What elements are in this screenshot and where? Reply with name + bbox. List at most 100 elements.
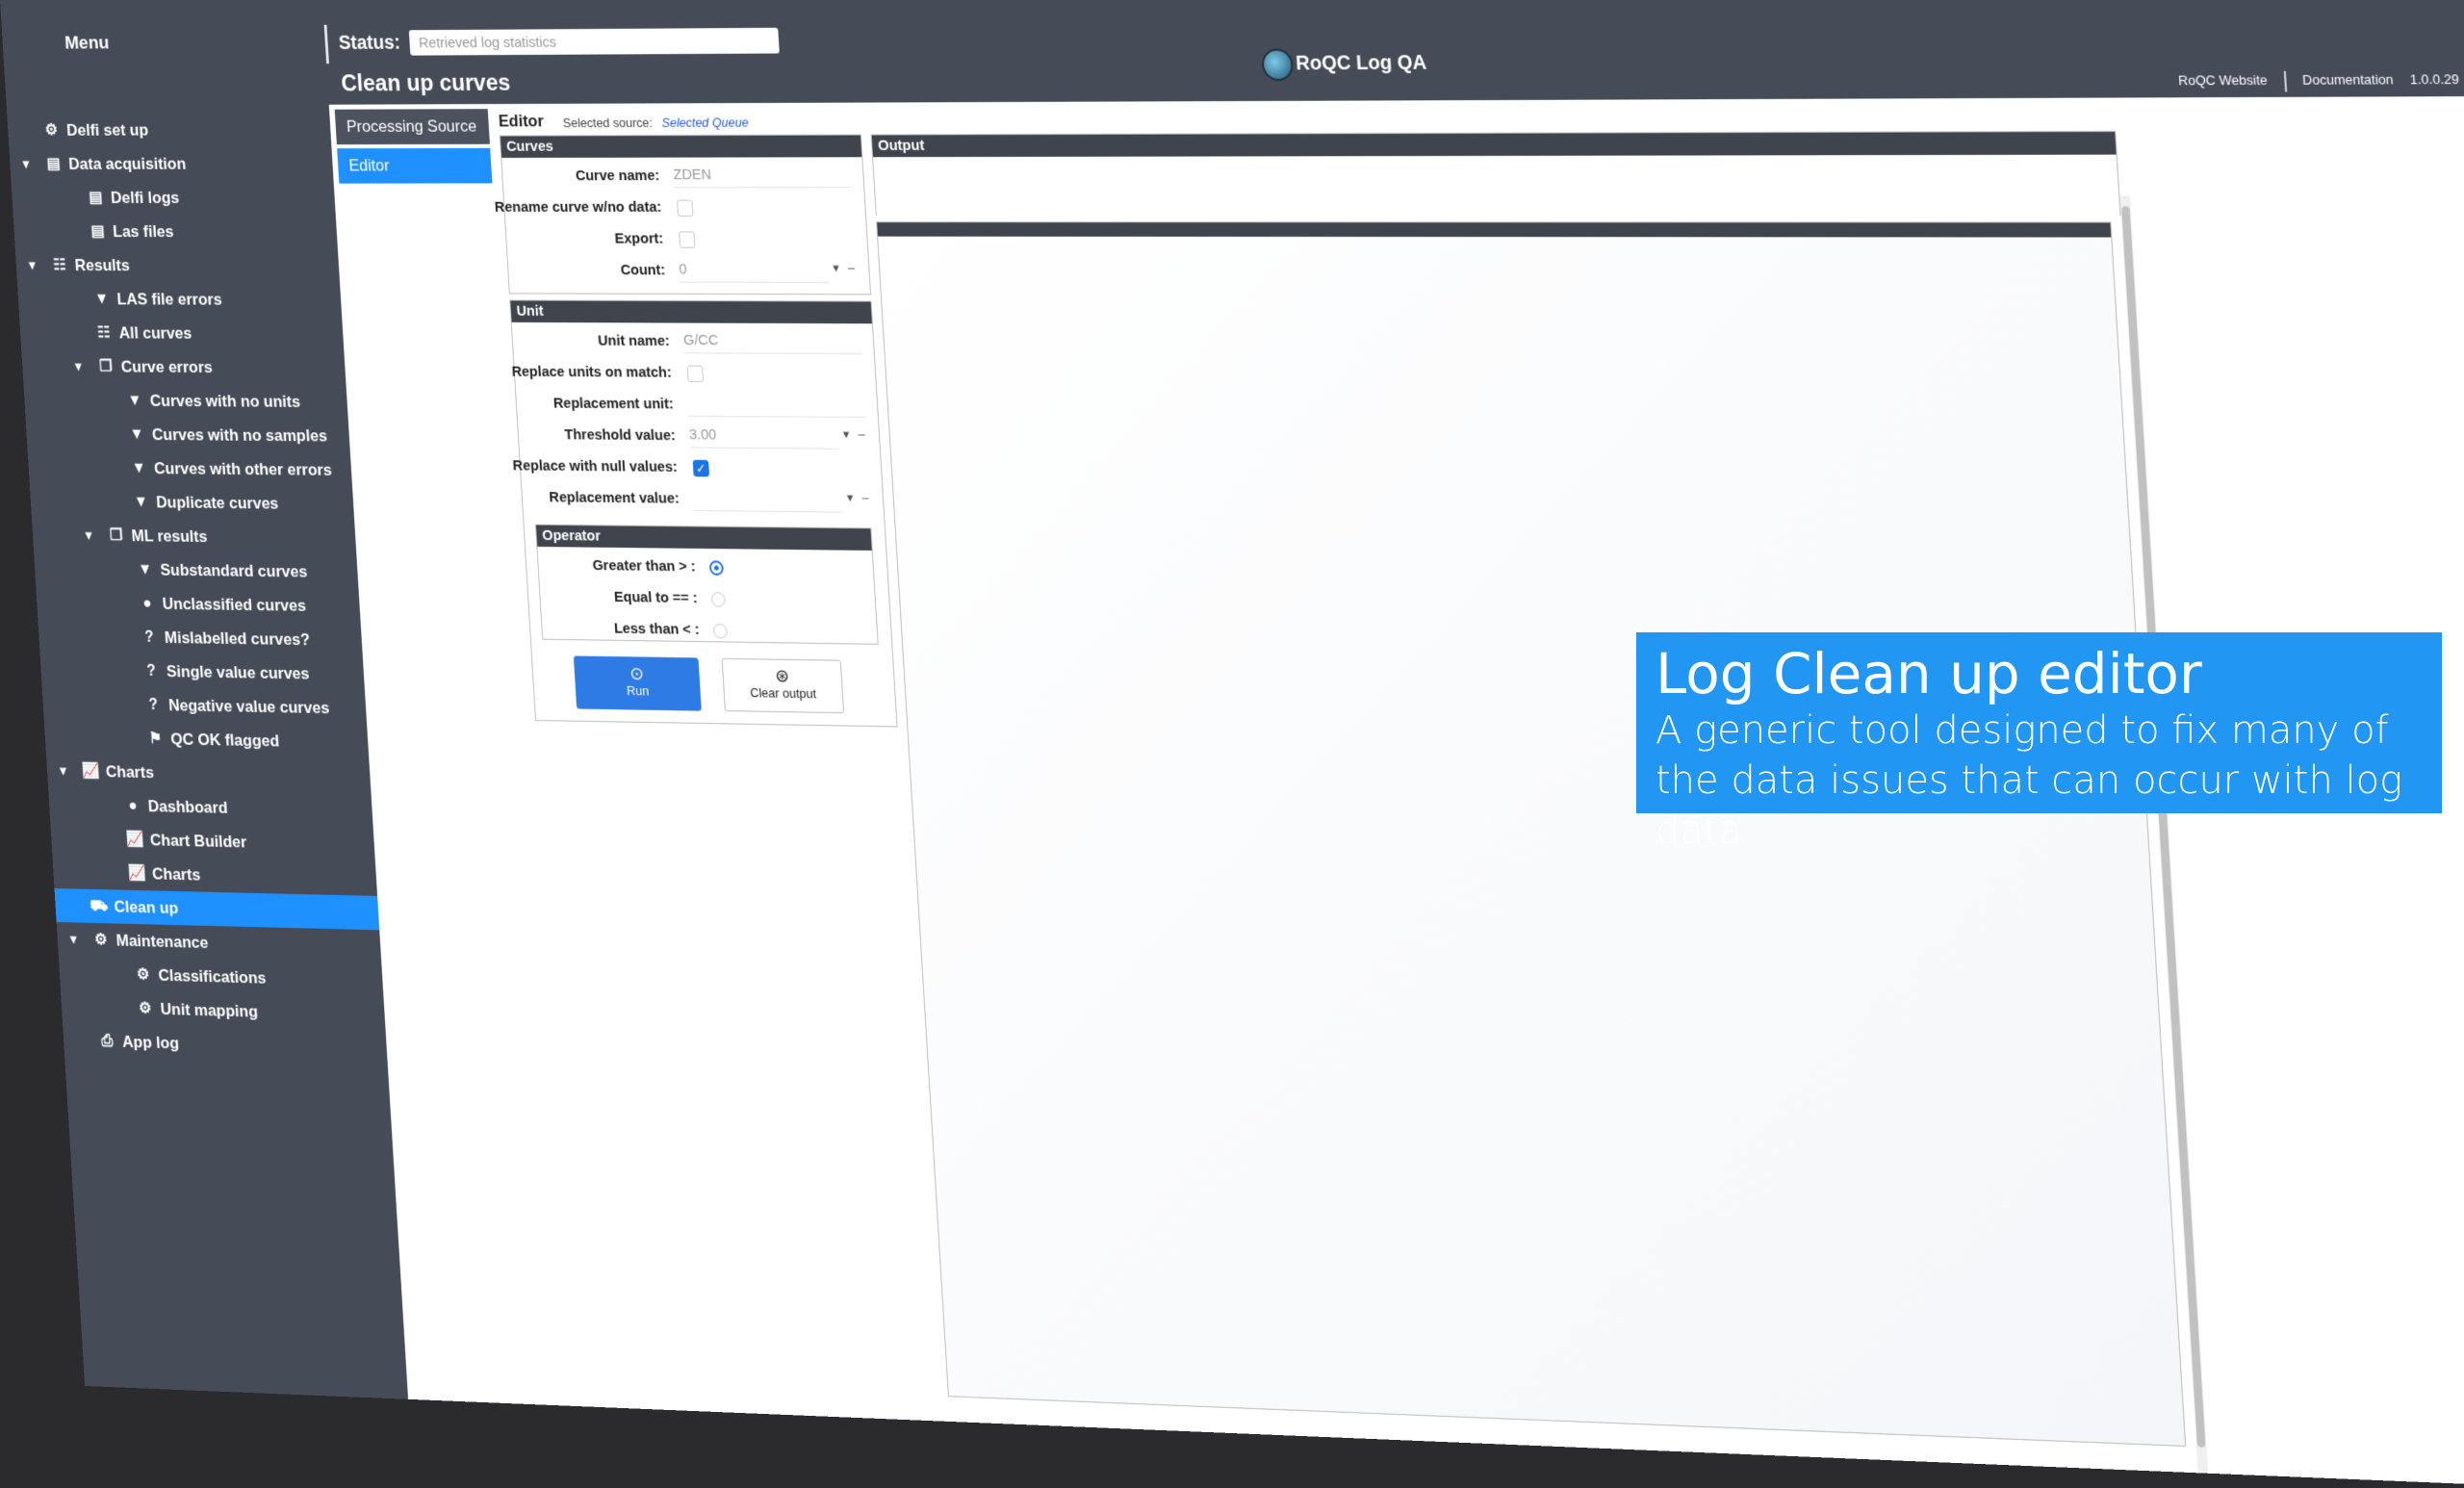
output-panel-header: Output [871,131,2117,158]
sidebar-item-negative-value-curves[interactable]: ? Negative value curves [42,686,368,726]
user-icon: ● [141,595,152,612]
count-input[interactable]: 0 [678,258,830,283]
selected-source-label: Selected source: [562,115,654,131]
users-cog-icon: ⚙ [136,966,150,984]
sidebar-item-duplicate-curves[interactable]: ▼ Duplicate curves [30,484,354,522]
sidebar-item-single-value-curves[interactable]: ? Single value curves [40,653,366,692]
run-button[interactable]: ⊙ Run [573,655,702,711]
documentation-link[interactable]: Documentation [2302,72,2394,89]
sidebar-item-las-files[interactable]: ▤ Las files [13,215,338,248]
copy-icon: ❐ [109,526,123,545]
list-check-icon: ☷ [52,257,67,274]
clear-circle-icon: ⊛ [774,665,790,686]
replacement-unit-input[interactable] [686,392,866,419]
menu-title: Menu [64,33,110,54]
replace-null-label: Replace with null values: [512,457,679,476]
sidebar-nav: ⚙ Delfi set up ▼ ▤ Data acquisition ▤ Delfi lo… [7,113,388,1066]
sidebar-item-curves-with-no-samples[interactable]: ▼ Curves with no samples [26,417,350,453]
sidebar-item-label: All curves [118,323,192,343]
sidebar-item-ml-results[interactable]: ▼ ❐ ML results [32,518,356,555]
threshold-input[interactable]: 3.00 [688,423,840,449]
top-links: RoQC Website Documentation 1.0.0.29 [2162,70,2460,92]
chevron-down-icon[interactable]: ▼ [22,248,42,282]
app-title: RoQC Log QA [1295,51,1427,75]
tab-processing-source[interactable]: Processing Source [334,109,490,145]
question-icon: ? [144,629,155,646]
chevron-down-icon[interactable]: ▼ [79,519,99,552]
selected-source-link[interactable]: Selected Queue [661,115,749,130]
replace-units-checkbox[interactable] [686,365,705,383]
caption-title: Log Clean up editor [1656,641,2202,706]
greater-than-radio[interactable] [708,560,725,576]
less-than-label: Less than < : [613,620,701,638]
spin-minus-icon[interactable]: – [847,260,855,274]
caption-banner: Log Clean up editor A generic tool desig… [1636,632,2442,853]
question-icon: ? [148,696,159,714]
sidebar-item-curves-with-no-units[interactable]: ▼ Curves with no units [23,383,347,419]
sidebar-item-label: Substandard curves [160,560,308,581]
chevron-down-icon[interactable]: ▼ [68,349,89,383]
replacement-value-input[interactable] [692,486,844,513]
website-link[interactable]: RoQC Website [2178,72,2268,89]
sidebar-item-results[interactable]: ▼ ☷ Results [15,248,340,283]
sidebar-item-unclassified-curves[interactable]: ● Unclassified curves [36,585,361,624]
play-circle-icon: ⊙ [629,663,645,684]
table-icon: ▤ [88,189,103,206]
flag-icon: ⚑ [148,730,163,748]
sidebar-item-curves-with-other-errors[interactable]: ▼ Curves with other errors [28,450,352,487]
truck-icon: ⛟ [89,897,109,915]
curves-panel-header: Curves [500,135,862,158]
unit-name-input[interactable]: G/CC [682,328,862,355]
greater-than-label: Greater than > : [592,556,697,576]
output-panel: Output [870,130,2121,217]
comment-icon: ▼ [131,459,147,477]
tab-editor[interactable]: Editor [337,147,493,184]
sidebar-item-all-curves[interactable]: ☷ All curves [19,316,344,351]
status-field[interactable] [408,27,780,56]
sidebar-item-label: Duplicate curves [155,493,279,513]
curves-panel: Curves Curve name: ZDEN Rename curve w/n… [494,134,872,295]
sidebar-item-label: LAS file errors [116,290,223,309]
sidebar-item-label: Curves with other errors [153,459,333,479]
chevron-down-icon[interactable]: ▼ [53,754,73,787]
sidebar-item-mislabelled-curves[interactable]: ? Mislabelled curves? [38,619,363,657]
line-chart-icon: 📈 [125,831,144,849]
chevron-down-icon[interactable]: ▼ [64,922,84,956]
equal-to-radio[interactable] [710,592,727,607]
spin-down-icon[interactable]: ▾ [846,490,853,506]
print-icon: ⎙ [100,1033,114,1050]
curve-name-label: Curve name: [575,167,660,185]
user-tie-icon: ● [128,797,139,814]
globe-logo-icon [1261,48,1295,82]
sidebar-item-data-acquisition[interactable]: ▼ ▤ Data acquisition [9,146,333,181]
sidebar-item-label: Chart Builder [149,831,247,852]
rename-curve-checkbox[interactable] [677,199,694,218]
sidebar-item-delfi-logs[interactable]: ▤ Delfi logs [12,181,336,215]
sidebar-item-label: Charts [151,864,201,885]
sidebar-item-label: Curves with no units [149,391,301,411]
export-checkbox[interactable] [679,231,696,248]
chevron-down-icon[interactable]: ▼ [16,147,37,181]
replace-null-checkbox[interactable]: ✓ [692,459,710,477]
spin-down-icon[interactable]: ▾ [842,426,849,443]
less-than-radio[interactable] [712,623,729,639]
sidebar-item-label: Dashboard [147,797,228,817]
sidebar-item-curve-errors[interactable]: ▼ ❐ Curve errors [21,349,346,385]
spin-down-icon[interactable]: ▾ [833,260,839,275]
sidebar-item-delfi-set-up[interactable]: ⚙ Delfi set up [7,113,331,147]
clear-output-label: Clear output [749,684,817,702]
line-chart-icon: 📈 [127,864,147,883]
spin-minus-icon[interactable]: – [858,426,865,441]
sidebar-item-substandard-curves[interactable]: ▼ Substandard curves [34,552,358,589]
curve-name-input[interactable]: ZDEN [672,163,852,189]
sidebar-item-label: Maintenance [116,931,209,953]
clear-output-button[interactable]: ⊛ Clear output [721,657,845,714]
sidebar-item-label: Las files [112,222,175,242]
spin-minus-icon[interactable]: – [861,490,869,505]
run-button-label: Run [626,682,650,699]
sidebar-item-label: Classifications [157,965,267,988]
caption-subtitle: A generic tool designed to fix many of t… [1656,708,2403,853]
threshold-label: Threshold value: [563,426,677,445]
sidebar-item-las-file-errors[interactable]: ▼ LAS file errors [17,282,342,317]
sidebar-item-label: Clean up [113,897,179,918]
